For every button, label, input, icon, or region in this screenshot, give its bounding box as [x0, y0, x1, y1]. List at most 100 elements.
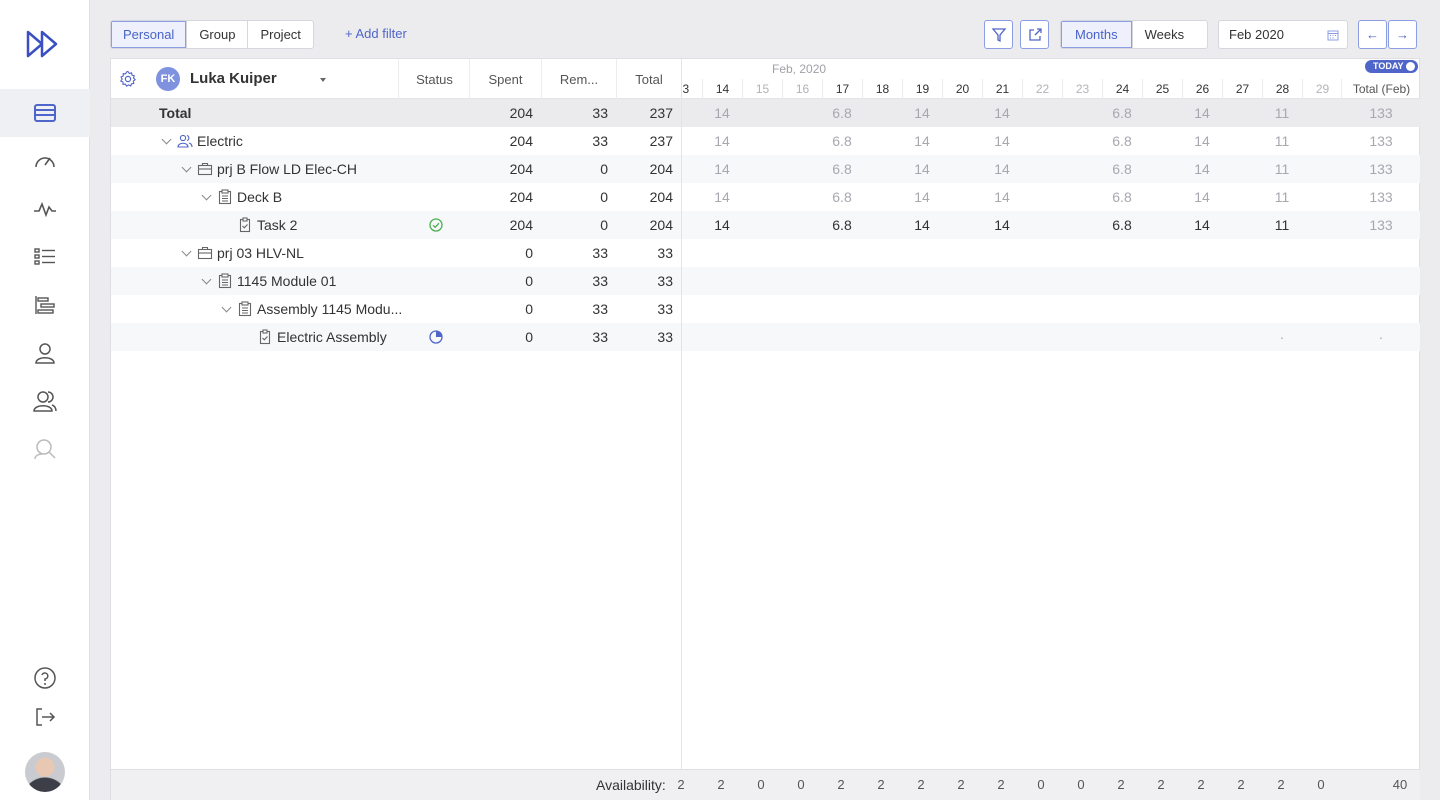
day-cell[interactable]: 14 [982, 133, 1022, 149]
external-link-icon [1028, 27, 1042, 41]
user-nav-icon[interactable] [0, 329, 90, 377]
row-month-total: 133 [1369, 133, 1393, 149]
day-cell[interactable]: 6.8 [822, 105, 862, 121]
day-cell[interactable]: 6.8 [1102, 133, 1142, 149]
day-cell[interactable]: 14 [1182, 105, 1222, 121]
status-done-icon [428, 217, 444, 236]
tree-row[interactable]: Electric 204 33 237 [111, 127, 681, 155]
day-cell[interactable]: 14 [982, 161, 1022, 177]
day-cell[interactable]: 6.8 [822, 133, 862, 149]
day-cell[interactable]: 14 [1182, 189, 1222, 205]
chevron-down-icon[interactable] [181, 246, 192, 257]
day-cell[interactable]: 11 [1262, 217, 1302, 233]
day-cell[interactable]: 6.8 [822, 217, 862, 233]
search-user-nav-icon[interactable] [0, 425, 90, 473]
day-cell[interactable]: 14 [702, 133, 742, 149]
total-value: 33 [657, 245, 673, 261]
tree-row[interactable]: prj 03 HLV-NL 0 33 33 [111, 239, 681, 267]
today-button[interactable]: TODAY [1365, 60, 1418, 73]
day-cell[interactable]: 14 [702, 217, 742, 233]
spent-value: 204 [509, 105, 533, 121]
export-button[interactable] [1020, 20, 1049, 49]
activity-nav-icon[interactable] [0, 185, 90, 233]
users-nav-icon[interactable] [0, 377, 90, 425]
user-avatar[interactable] [25, 752, 65, 792]
day-cell[interactable]: 14 [982, 105, 1022, 121]
day-cell[interactable]: 14 [1182, 161, 1222, 177]
filter-toggle-button[interactable] [984, 20, 1013, 49]
tree-row[interactable]: Electric Assembly 0 33 33 [111, 323, 681, 351]
total-row[interactable]: Total 204 33 237 [111, 99, 681, 127]
chevron-down-icon[interactable] [221, 302, 232, 313]
availability-cell: 0 [797, 777, 805, 792]
day-cell[interactable]: 11 [1262, 189, 1302, 205]
day-cell[interactable]: 6.8 [1102, 189, 1142, 205]
day-cell[interactable]: 14 [702, 105, 742, 121]
day-cell[interactable]: 14 [702, 161, 742, 177]
remaining-value: 33 [592, 245, 608, 261]
availability-cell: 2 [1197, 777, 1205, 792]
spent-value: 0 [525, 245, 533, 261]
logout-icon[interactable] [0, 693, 90, 741]
group-view-tab[interactable]: Group [187, 21, 249, 48]
timesheet-nav-icon[interactable] [0, 89, 90, 137]
list-nav-icon[interactable] [0, 233, 90, 281]
availability-cell: 0 [1077, 777, 1085, 792]
day-cell[interactable]: 14 [1182, 133, 1222, 149]
day-cell[interactable]: 14 [902, 133, 942, 149]
tree-row[interactable]: Deck B 204 0 204 [111, 183, 681, 211]
chevron-down-icon[interactable] [181, 162, 192, 173]
user-selector[interactable]: Luka Kuiper [190, 70, 277, 87]
dashboard-nav-icon[interactable] [0, 137, 90, 185]
gantt-nav-icon[interactable] [0, 281, 90, 329]
next-period-button[interactable]: → [1388, 20, 1417, 49]
day-cell[interactable]: 11 [1262, 105, 1302, 121]
project-view-tab[interactable]: Project [248, 21, 312, 48]
day-cell[interactable]: 14 [902, 161, 942, 177]
chevron-down-icon[interactable] [201, 274, 212, 285]
availability-cell: 2 [1237, 777, 1245, 792]
months-tab[interactable]: Months [1061, 21, 1133, 48]
personal-view-tab[interactable]: Personal [111, 21, 188, 48]
tree-row[interactable]: Task 2 204 0 204 [111, 211, 681, 239]
availability-cell: 0 [1317, 777, 1325, 792]
total-value: 33 [657, 273, 673, 289]
date-picker-input[interactable]: Feb 2020 [1218, 20, 1348, 49]
remaining-column-header[interactable]: Rem... [541, 59, 616, 99]
spent-value: 0 [525, 301, 533, 317]
tree-row[interactable]: 1145 Module 01 0 33 33 [111, 267, 681, 295]
day-cell[interactable]: 14 [902, 217, 942, 233]
day-cell[interactable]: · [1262, 329, 1302, 345]
day-cell[interactable]: 6.8 [822, 161, 862, 177]
day-cell[interactable]: 6.8 [1102, 105, 1142, 121]
day-cell[interactable]: 6.8 [822, 189, 862, 205]
day-cell[interactable]: 14 [982, 217, 1022, 233]
tree-row[interactable]: prj B Flow LD Elec-CH 204 0 204 [111, 155, 681, 183]
day-cell[interactable]: 14 [902, 189, 942, 205]
chevron-down-icon[interactable] [161, 134, 172, 145]
total-column-header[interactable]: Total [616, 59, 681, 99]
day-header: 28 [1262, 79, 1302, 99]
day-cell[interactable]: 14 [1182, 217, 1222, 233]
weeks-tab[interactable]: Weeks [1133, 21, 1207, 48]
day-cell[interactable]: 14 [902, 105, 942, 121]
row-label: 1145 Module 01 [237, 273, 337, 289]
status-column-header[interactable]: Status [398, 59, 470, 99]
day-cell[interactable]: 11 [1262, 161, 1302, 177]
prev-period-button[interactable]: ← [1358, 20, 1387, 49]
chevron-down-icon[interactable] [201, 190, 212, 201]
spent-value: 0 [525, 273, 533, 289]
app-logo[interactable] [24, 28, 64, 60]
day-cell[interactable]: 11 [1262, 133, 1302, 149]
day-cell[interactable]: 6.8 [1102, 161, 1142, 177]
add-filter-button[interactable]: + Add filter [345, 26, 407, 41]
day-cell[interactable]: 6.8 [1102, 217, 1142, 233]
spent-column-header[interactable]: Spent [469, 59, 541, 99]
day-cell[interactable]: 14 [982, 189, 1022, 205]
availability-cell: 0 [1037, 777, 1045, 792]
chevron-down-icon[interactable] [320, 78, 326, 82]
tree-row[interactable]: Assembly 1145 Modu... 0 33 33 [111, 295, 681, 323]
day-cell[interactable]: 14 [702, 189, 742, 205]
calendar-icon [1327, 30, 1339, 41]
settings-gear-icon[interactable] [119, 70, 137, 88]
